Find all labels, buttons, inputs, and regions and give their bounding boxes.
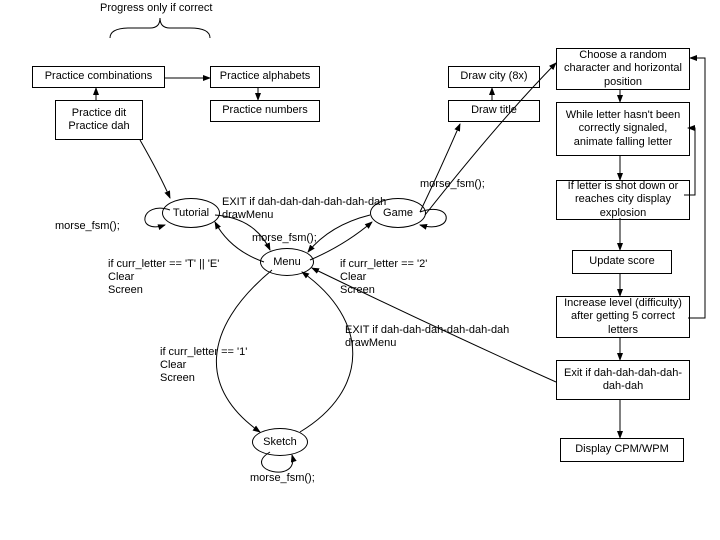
state-tutorial: Tutorial [162,198,220,228]
state-menu: Menu [260,248,314,276]
lbl-exit-sketch: EXIT if dah-dah-dah-dah-dah-dah drawMenu [345,324,509,350]
lbl-one-clear: if curr_letter == '1' Clear Screen [160,346,247,386]
flow-choose: Choose a random character and horizontal… [556,48,690,90]
lbl-exit-tutorial: EXIT if dah-dah-dah-dah-dah-dah drawMenu [222,196,386,222]
flow-animate: While letter hasn't been correctly signa… [556,102,690,156]
flow-score: Update score [572,250,672,274]
box-draw-title: Draw title [448,100,540,122]
flow-cpm: Display CPM/WPM [560,438,684,462]
lbl-two-clear: if curr_letter == '2' Clear Screen [340,258,427,298]
caption-progress: Progress only if correct [100,2,212,15]
box-practice-numbers: Practice numbers [210,100,320,122]
lbl-morse-tutorial: morse_fsm(); [55,220,120,233]
lbl-morse-sketch: morse_fsm(); [250,472,315,485]
lbl-morse-game: morse_fsm(); [420,178,485,191]
flow-explosion: If letter is shot down or reaches city d… [556,180,690,220]
box-draw-city: Draw city (8x) [448,66,540,88]
box-practice-ditdah: Practice dit Practice dah [55,100,143,140]
box-practice-combinations: Practice combinations [32,66,165,88]
flow-exit: Exit if dah-dah-dah-dah-dah-dah [556,360,690,400]
flow-level: Increase level (difficulty) after gettin… [556,296,690,338]
lbl-morse-menu: morse_fsm(); [252,232,317,245]
state-sketch: Sketch [252,428,308,456]
box-practice-alphabets: Practice alphabets [210,66,320,88]
lbl-te-clear: if curr_letter == 'T' || 'E' Clear Scree… [108,258,219,298]
